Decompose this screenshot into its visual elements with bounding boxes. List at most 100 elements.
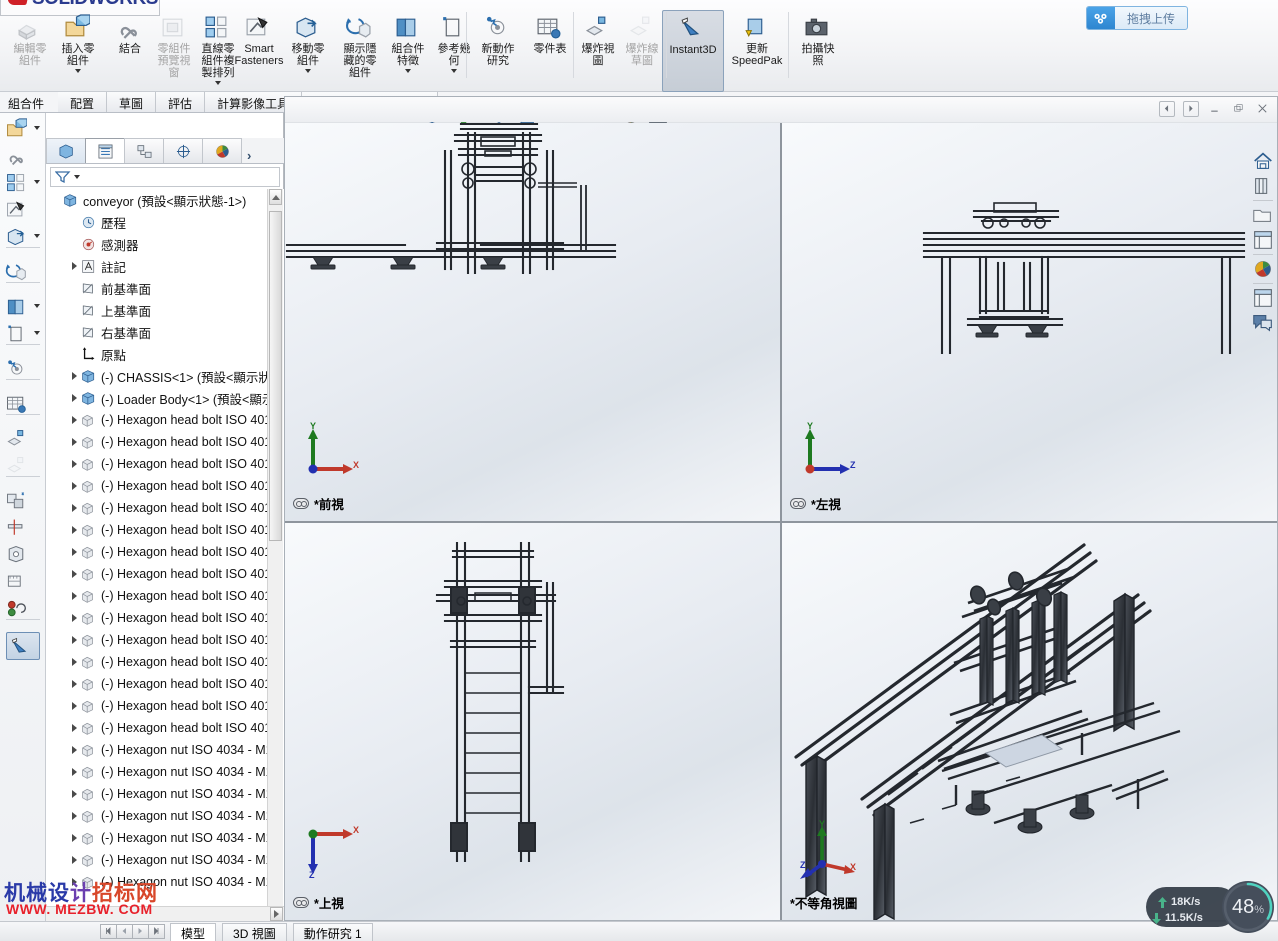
- viewport-splitter-horizontal[interactable]: [285, 521, 1277, 523]
- chevron-right-icon[interactable]: ›: [247, 148, 251, 163]
- tree-node[interactable]: (-) Loader Body<1> (預設<顯示: [46, 387, 284, 409]
- expand-arrow-icon[interactable]: [68, 766, 80, 778]
- chevron-down-icon[interactable]: [34, 234, 40, 238]
- tree-node[interactable]: (-) Hexagon nut ISO 4034 - M1: [46, 849, 284, 871]
- tree-node[interactable]: (-) Hexagon head bolt ISO 401: [46, 453, 284, 475]
- expand-arrow-icon[interactable]: [68, 700, 80, 712]
- tree-node[interactable]: (-) Hexagon head bolt ISO 401: [46, 651, 284, 673]
- tree-node[interactable]: 歷程: [46, 211, 284, 233]
- viewport-top[interactable]: X Z *上視: [285, 523, 780, 920]
- chevron-down-icon[interactable]: [34, 180, 40, 184]
- tree-node[interactable]: (-) Hexagon nut ISO 4034 - M1: [46, 783, 284, 805]
- prev-pane-icon[interactable]: [1159, 101, 1175, 117]
- tree-node[interactable]: (-) Hexagon head bolt ISO 401: [46, 475, 284, 497]
- expand-arrow-icon[interactable]: [68, 502, 80, 514]
- toolbar-item-move-component[interactable]: [3, 225, 45, 247]
- tree-tab-display-manager[interactable]: [202, 138, 242, 163]
- viewport-trimetric[interactable]: Y Z X *不等角視圖: [782, 523, 1277, 920]
- ribbon-button-explode-line-sketch[interactable]: 爆炸線 草圖: [616, 14, 668, 67]
- tree-node[interactable]: (-) CHASSIS<1> (預設<顯示狀態: [46, 365, 284, 387]
- toolbar-item-measure[interactable]: [3, 570, 45, 592]
- left-command-toolbar[interactable]: [0, 113, 46, 921]
- document-tab-strip[interactable]: 模型 3D 視圖 動作研究 1: [164, 922, 373, 941]
- tree-scroll-thumb[interactable]: [269, 211, 282, 541]
- doc-tab-2[interactable]: 動作研究 1: [292, 922, 373, 941]
- tree-node[interactable]: (-) Hexagon head bolt ISO 401: [46, 431, 284, 453]
- tree-vertical-scrollbar[interactable]: [267, 189, 283, 941]
- expand-arrow-icon[interactable]: [68, 568, 80, 580]
- toolbar-item-smart-fasteners[interactable]: [3, 198, 45, 220]
- tree-node[interactable]: (-) Hexagon head bolt ISO 401: [46, 629, 284, 651]
- ribbon-button-move-component[interactable]: 移動零 組件: [282, 14, 334, 73]
- expand-arrow-icon[interactable]: [68, 722, 80, 734]
- tree-node[interactable]: (-) Hexagon head bolt ISO 401: [46, 563, 284, 585]
- task-pane-appearances-scenes[interactable]: [1251, 257, 1275, 281]
- ribbon-button-take-snapshot[interactable]: 拍攝快 照: [792, 14, 844, 67]
- ribbon-button-edit-component[interactable]: 編輯零 組件: [4, 14, 56, 67]
- expand-arrow-icon[interactable]: [68, 678, 80, 690]
- tree-node[interactable]: 上基準面: [46, 299, 284, 321]
- ribbon-tab-2[interactable]: 草圖: [107, 92, 157, 112]
- restore-icon[interactable]: [1231, 101, 1247, 117]
- expand-arrow-icon[interactable]: [68, 832, 80, 844]
- tree-node[interactable]: (-) Hexagon head bolt ISO 401: [46, 519, 284, 541]
- tree-node[interactable]: (-) Hexagon nut ISO 4034 - M1: [46, 827, 284, 849]
- expand-arrow-icon[interactable]: [68, 370, 80, 382]
- feature-manager-tab-strip[interactable]: ›: [46, 138, 284, 164]
- toolbar-item-clearance-verification[interactable]: [3, 516, 45, 538]
- toolbar-item-show-hidden-components[interactable]: [3, 260, 45, 282]
- toolbar-item-new-motion-study[interactable]: [3, 357, 45, 379]
- first-record-icon[interactable]: [100, 924, 117, 939]
- tree-node[interactable]: conveyor (預設<顯示狀態-1>): [46, 189, 284, 211]
- ribbon-button-instant3d[interactable]: Instant3D: [662, 10, 724, 92]
- close-icon[interactable]: [1255, 101, 1271, 117]
- tree-node[interactable]: (-) Hexagon head bolt ISO 401: [46, 717, 284, 739]
- ribbon-button-new-motion-study[interactable]: 新動作 研究: [472, 14, 524, 67]
- chevron-down-icon[interactable]: [34, 331, 40, 335]
- toolbar-item-bill-of-materials[interactable]: [3, 392, 45, 414]
- chevron-down-icon[interactable]: [405, 69, 411, 73]
- next-pane-icon[interactable]: [1183, 101, 1199, 117]
- expand-arrow-icon[interactable]: [68, 436, 80, 448]
- tree-node[interactable]: 感測器: [46, 233, 284, 255]
- chevron-down-icon[interactable]: [34, 126, 40, 130]
- expand-arrow-icon[interactable]: [68, 854, 80, 866]
- toolbar-item-reference-geometry[interactable]: [3, 322, 45, 344]
- minimize-icon[interactable]: [1207, 101, 1223, 117]
- toolbar-item-sensor[interactable]: [3, 597, 45, 619]
- ribbon-button-smart-fasteners[interactable]: Smart Fasteners: [228, 14, 290, 67]
- expand-arrow-icon[interactable]: [68, 392, 80, 404]
- doc-tab-0[interactable]: 模型: [170, 922, 217, 941]
- next-record-icon[interactable]: [132, 924, 149, 939]
- toolbar-item-insert-component[interactable]: [3, 117, 45, 139]
- expand-arrow-icon[interactable]: [68, 634, 80, 646]
- tree-node[interactable]: (-) Hexagon nut ISO 4034 - M1: [46, 761, 284, 783]
- toolbar-item-assembly-features[interactable]: [3, 295, 45, 317]
- viewport-front[interactable]: Y X *前視: [285, 123, 780, 521]
- toolbar-item-interference-detection[interactable]: [3, 489, 45, 511]
- chevron-down-icon[interactable]: [215, 81, 221, 85]
- filter-icon[interactable]: [55, 170, 80, 184]
- tree-node[interactable]: 前基準面: [46, 277, 284, 299]
- scroll-right-arrow[interactable]: [270, 907, 283, 921]
- ribbon-button-assembly-features[interactable]: 組合件 特徵: [382, 14, 434, 73]
- record-nav-buttons[interactable]: [100, 924, 165, 939]
- expand-arrow-icon[interactable]: [68, 414, 80, 426]
- task-pane-design-library[interactable]: [1251, 174, 1275, 198]
- toolbar-item-instant3d[interactable]: [6, 632, 40, 660]
- expand-arrow-icon[interactable]: [68, 480, 80, 492]
- tree-node[interactable]: (-) Hexagon head bolt ISO 401: [46, 695, 284, 717]
- tree-node[interactable]: (-) Hexagon nut ISO 4034 - M1: [46, 739, 284, 761]
- ribbon-button-insert-component[interactable]: 插入零 組件: [52, 14, 104, 73]
- toolbar-item-hole-alignment[interactable]: [3, 543, 45, 565]
- expand-arrow-icon[interactable]: [68, 458, 80, 470]
- toolbar-item-explode-line-sketch[interactable]: [3, 454, 45, 476]
- tree-node[interactable]: 右基準面: [46, 321, 284, 343]
- ribbon-tab-3[interactable]: 評估: [156, 92, 206, 112]
- ribbon-tab-1[interactable]: 配置: [58, 92, 108, 112]
- ribbon-button-bill-of-materials[interactable]: 零件表: [524, 14, 576, 55]
- graphics-window-buttons[interactable]: [1159, 101, 1271, 117]
- tree-node[interactable]: 原點: [46, 343, 284, 365]
- expand-arrow-icon[interactable]: [68, 656, 80, 668]
- toolbar-item-exploded-view[interactable]: [3, 427, 45, 449]
